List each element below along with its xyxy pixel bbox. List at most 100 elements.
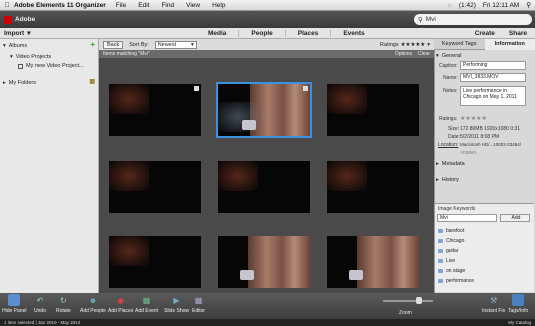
menu-find[interactable]: Find <box>161 2 174 9</box>
zoom-slider-track[interactable] <box>383 300 433 302</box>
general-section-header[interactable]: ▾ General <box>436 53 461 59</box>
menu-file[interactable]: File <box>116 2 126 9</box>
wifi-icon[interactable]: ◌ <box>448 2 452 9</box>
tab-people[interactable]: People <box>238 29 284 37</box>
adobe-brand: Adobe <box>15 16 36 23</box>
search-input[interactable]: ⚲ Mvi <box>414 14 532 25</box>
share-button[interactable]: Share <box>509 30 527 37</box>
keyword-item[interactable]: on stage <box>438 268 465 274</box>
keyword-item[interactable]: Live <box>438 258 455 264</box>
options-button[interactable]: Options <box>395 51 412 57</box>
add-event-button[interactable]: ▦ Add Event <box>135 294 159 315</box>
rotate-button[interactable]: ↻ Rotate <box>56 294 71 315</box>
media-thumbnail[interactable] <box>109 236 201 288</box>
triangle-right-icon: ▸ <box>436 177 439 183</box>
keyword-item[interactable]: Chicago <box>438 238 464 244</box>
media-thumbnail[interactable] <box>109 161 201 213</box>
add-event-label: Add Event <box>135 308 159 314</box>
sidebar-item-video-project[interactable]: My new Video Project... <box>18 63 84 69</box>
media-thumbnail[interactable] <box>327 84 419 136</box>
add-people-button[interactable]: ☻ Add People <box>80 294 106 315</box>
keyword-item[interactable]: guitar <box>438 248 459 254</box>
media-thumbnail[interactable] <box>327 236 419 288</box>
app-menu[interactable]: Adobe Elements 11 Organizer <box>14 2 106 9</box>
import-button[interactable]: Import ▾ <box>0 29 98 38</box>
keyword-input[interactable]: Mvi <box>437 214 497 222</box>
tab-media[interactable]: Media <box>196 30 238 37</box>
spotlight-search-icon[interactable]: ⚲ <box>526 1 531 9</box>
undo-icon: ↶ <box>36 295 44 305</box>
editor-button[interactable]: ▦ Editor <box>192 294 206 315</box>
tab-keyword-tags[interactable]: Keyword Tags <box>434 39 485 50</box>
map-pin-icon: ◉ <box>117 295 125 305</box>
metadata-label: Metadata <box>441 161 465 167</box>
status-left: 1 item selected | Jan 2010 - May 2012 <box>4 320 81 325</box>
keyword-tag-icon <box>438 229 443 233</box>
back-button[interactable]: Back <box>103 40 124 49</box>
catalog-name[interactable]: My Catalog <box>508 320 531 325</box>
triangle-down-icon: ▾ <box>3 43 6 49</box>
keyword-tag-icon <box>438 239 443 243</box>
caption-field[interactable]: Performing <box>460 61 526 70</box>
tag-icon <box>512 294 525 306</box>
rating-stars[interactable]: ★★★★★ <box>460 115 487 122</box>
create-button[interactable]: Create <box>475 30 495 37</box>
instant-fix-button[interactable]: ⚒ Instant Fix <box>482 294 505 315</box>
menu-help[interactable]: Help <box>212 2 225 9</box>
apple-menu-icon[interactable]:  <box>0 2 14 9</box>
add-keyword-button[interactable]: Add <box>500 214 530 222</box>
name-field[interactable]: MVI_3833.MOV <box>460 73 526 82</box>
slide-show-button[interactable]: ▶ Slide Show <box>164 294 190 315</box>
history-label: History <box>441 177 459 183</box>
notes-label: Notes: <box>443 88 458 94</box>
media-thumbnail[interactable] <box>218 236 310 288</box>
clear-button[interactable]: Clear <box>418 51 430 57</box>
image-keywords-title: Image Keywords <box>438 206 476 212</box>
sort-select[interactable]: Newest ▾ <box>154 40 197 49</box>
menu-view[interactable]: View <box>186 2 200 9</box>
notes-field[interactable]: Live performance in Chicago on May 1, 20… <box>460 86 526 106</box>
slide-show-label: Slide Show <box>164 308 190 314</box>
battery-status[interactable]: (1:42) <box>459 2 476 9</box>
search-results-bar: Items matching "Mvi" Options Clear <box>99 50 434 58</box>
albums-header[interactable]: ▾ Albums <box>3 43 27 49</box>
keyword-label: Chicago <box>446 238 465 244</box>
status-bar: 1 item selected | Jan 2010 - May 2012 My… <box>0 319 535 326</box>
video-badge-icon <box>303 86 308 91</box>
editor-label: Editor <box>192 308 206 314</box>
keyword-item[interactable]: performance <box>438 278 474 284</box>
tab-information[interactable]: Information <box>484 39 535 50</box>
keyword-item[interactable]: barefoot <box>438 228 464 234</box>
caption-label: Caption: <box>439 63 458 69</box>
media-thumbnail-selected[interactable] <box>216 82 312 138</box>
add-album-icon[interactable]: + <box>90 40 95 49</box>
media-thumbnail[interactable] <box>218 161 310 213</box>
media-thumbnail[interactable] <box>109 84 201 136</box>
video-projects-group[interactable]: ▾ Video Projects <box>10 54 51 60</box>
hide-panel-button[interactable]: Hide Panel <box>2 294 26 314</box>
folder-view-icon[interactable]: ▦ <box>89 78 95 85</box>
clock[interactable]: Fri 12:11 AM <box>483 2 519 9</box>
tags-info-label: Tags/Info <box>508 308 529 314</box>
video-projects-label: Video Projects <box>15 54 52 60</box>
keyword-label: Live <box>446 258 456 264</box>
rating-filter-stars[interactable]: ★★★★★ <box>401 42 426 48</box>
history-section-header[interactable]: ▸ History <box>436 177 459 183</box>
undo-button[interactable]: ↶ Undo <box>34 294 46 315</box>
location-label[interactable]: Location: <box>438 142 458 148</box>
zoom-slider-handle[interactable] <box>416 297 422 304</box>
location-value: Macintosh HD/...10002-23484/ <box>460 142 522 147</box>
people-icon: ☻ <box>88 295 98 305</box>
menu-edit[interactable]: Edit <box>138 2 149 9</box>
tab-events[interactable]: Events <box>330 29 376 37</box>
my-folders-header[interactable]: ▸ My Folders <box>3 80 36 86</box>
add-places-button[interactable]: ◉ Add Places <box>108 294 133 315</box>
left-panel: ▾ Albums + ▾ Video Projects My new Video… <box>0 39 99 293</box>
metadata-section-header[interactable]: ▸ Metadata <box>436 161 465 167</box>
tab-places[interactable]: Places <box>284 29 331 37</box>
media-thumbnail[interactable] <box>327 161 419 213</box>
add-people-label: Add People <box>80 308 106 314</box>
tags-info-button[interactable]: Tags/Info <box>508 294 528 314</box>
video-project-label: My new Video Project... <box>26 63 84 69</box>
rating-compare-select[interactable]: ▾ <box>427 42 430 48</box>
